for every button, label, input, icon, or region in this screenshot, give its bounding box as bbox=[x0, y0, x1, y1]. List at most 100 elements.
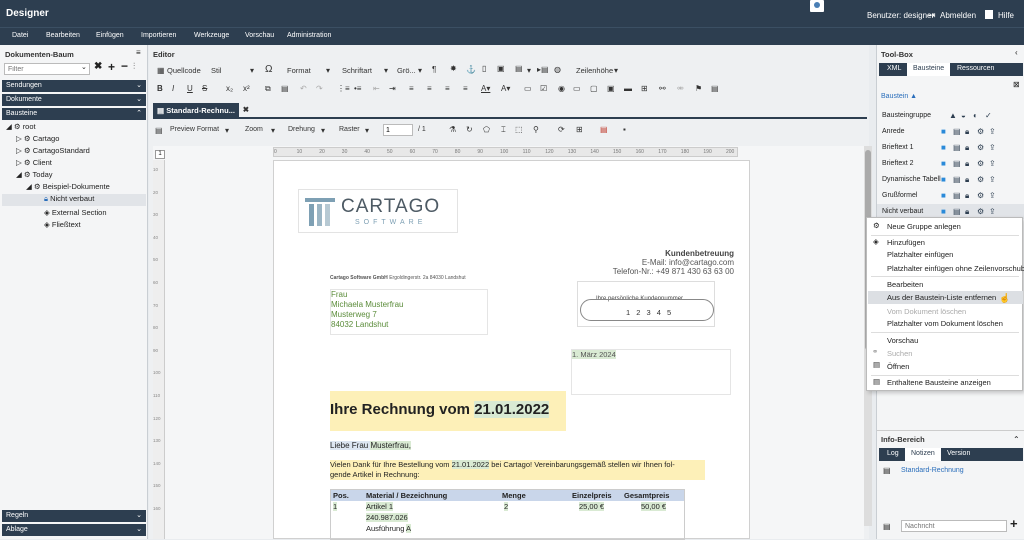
lock-icon[interactable]: ◐ bbox=[973, 111, 978, 120]
type-icon[interactable]: ▲ bbox=[949, 111, 957, 120]
groesse-dropdown[interactable]: Grö... bbox=[397, 66, 416, 75]
dropdown-icon[interactable]: ⌄ bbox=[81, 63, 87, 71]
upload-icon[interactable]: ⇪ bbox=[989, 127, 996, 136]
message-input[interactable] bbox=[901, 520, 1007, 532]
tab-log[interactable]: Log bbox=[887, 450, 899, 457]
magnifier-icon[interactable]: ⚲ bbox=[533, 125, 539, 134]
doc-icon[interactable]: ▤ bbox=[953, 159, 961, 168]
clear-icon[interactable]: ✖ bbox=[94, 61, 102, 72]
paste-icon[interactable]: ▤ bbox=[281, 84, 289, 93]
dropdown-arrow-icon[interactable]: ▾ bbox=[326, 66, 330, 75]
baustein-row[interactable]: Brieftext 1 ■ ▤ 🔒︎ ⚙ ⇪ bbox=[877, 140, 1024, 155]
menu-platzhalter-ohne[interactable]: Platzhalter einfügen ohne Zeilenvorschub bbox=[887, 264, 1024, 273]
quellcode-button[interactable]: Quellcode bbox=[167, 66, 201, 75]
doc-icon[interactable]: ◒ bbox=[961, 111, 966, 120]
crop-icon[interactable]: ⬠ bbox=[483, 125, 490, 134]
type-icon[interactable]: ■ bbox=[941, 175, 946, 184]
remove-icon[interactable]: − bbox=[121, 59, 128, 73]
pdf-icon[interactable]: ▤ bbox=[600, 125, 608, 134]
copy-icon[interactable]: ⧉ bbox=[265, 84, 271, 94]
format-dropdown[interactable]: Format bbox=[287, 66, 311, 75]
doc-icon[interactable]: ▤ bbox=[953, 175, 961, 184]
align-right-icon[interactable]: ≡ bbox=[445, 84, 450, 93]
menu-werkzeuge[interactable]: Werkzeuge bbox=[194, 32, 229, 39]
redo-icon[interactable]: ↷ bbox=[316, 84, 323, 93]
collapse-icon[interactable]: ‹ bbox=[1015, 48, 1018, 57]
frame2-icon[interactable]: ▣ bbox=[607, 84, 615, 93]
tree-node-external[interactable]: ◈ External Section bbox=[44, 208, 107, 217]
menu-datei[interactable]: Datei bbox=[12, 32, 28, 39]
close-square-icon[interactable]: ⊠ bbox=[1013, 80, 1020, 89]
tree-node-today[interactable]: ◢ ⚙ Today bbox=[16, 170, 53, 179]
type-icon[interactable]: ■ bbox=[941, 159, 946, 168]
paragraph-icon[interactable]: ¶ bbox=[432, 65, 436, 74]
chevron-up-icon[interactable]: ⌃ bbox=[1013, 435, 1020, 444]
menu-neue-gruppe[interactable]: Neue Gruppe anlegen bbox=[887, 222, 961, 231]
upload-icon[interactable]: ⇪ bbox=[989, 207, 996, 216]
menu-vorschau[interactable]: Vorschau bbox=[245, 32, 274, 39]
menu-einfuegen[interactable]: Einfügen bbox=[96, 32, 124, 39]
gear-icon[interactable]: ⚙ bbox=[977, 191, 984, 200]
baustein-row[interactable]: Dynamische Tabell ■ ▤ 🔒︎ ⚙ ⇪ bbox=[877, 172, 1024, 187]
omega-icon[interactable]: Ω bbox=[265, 64, 272, 75]
underline-icon[interactable]: U bbox=[187, 84, 193, 93]
tab-notizen[interactable]: Notizen bbox=[905, 448, 941, 461]
lock-icon[interactable]: 🔒︎ bbox=[965, 127, 969, 137]
dropdown-arrow-icon[interactable]: ▾ bbox=[321, 126, 325, 135]
menu-bearbeiten[interactable]: Bearbeiten bbox=[46, 32, 80, 39]
gear-icon[interactable]: ⚙ bbox=[977, 159, 984, 168]
gear-icon[interactable]: ⚙ bbox=[977, 207, 984, 216]
note-link[interactable]: Standard-Rechnung bbox=[901, 467, 964, 474]
page-number-input[interactable] bbox=[383, 124, 413, 136]
unlink-icon[interactable]: ⚮ bbox=[677, 84, 684, 93]
button-icon[interactable]: ▬ bbox=[624, 84, 632, 93]
text-color-icon[interactable]: A▾ bbox=[481, 84, 490, 93]
undo-icon[interactable]: ↶ bbox=[300, 84, 307, 93]
section-dokumente[interactable]: Dokumente ⌄ bbox=[2, 94, 146, 106]
page-icon[interactable]: ▯ bbox=[482, 64, 486, 73]
dropdown-arrow-icon[interactable]: ▾ bbox=[271, 126, 275, 135]
doc-icon[interactable]: ▤ bbox=[953, 191, 961, 200]
cursor-icon[interactable]: ⌶ bbox=[501, 125, 506, 135]
baustein-row[interactable]: Brieftext 2 ■ ▤ 🔒︎ ⚙ ⇪ bbox=[877, 156, 1024, 171]
notification-icon[interactable] bbox=[810, 0, 824, 12]
palette-icon[interactable]: ◍ bbox=[554, 65, 561, 74]
menu-vorschau[interactable]: Vorschau bbox=[887, 336, 918, 345]
type-icon[interactable]: ■ bbox=[941, 143, 946, 152]
menu-hinzufuegen[interactable]: Hinzufügen bbox=[887, 238, 925, 247]
align-left-icon[interactable]: ≡ bbox=[409, 84, 414, 93]
sun-icon[interactable]: ✸ bbox=[450, 64, 457, 73]
pipette-icon[interactable]: ⚗ bbox=[449, 125, 456, 134]
select-icon[interactable]: ⬚ bbox=[515, 125, 523, 134]
collapse-icon[interactable]: ≡ bbox=[136, 48, 141, 57]
lock-icon[interactable]: 🔒︎ bbox=[965, 159, 969, 169]
schriftart-dropdown[interactable]: Schriftart bbox=[342, 66, 372, 75]
help-link[interactable]: Hilfe bbox=[998, 11, 1014, 20]
close-icon[interactable]: ✖ bbox=[243, 105, 249, 114]
lock-icon[interactable]: 🔒︎ bbox=[965, 207, 969, 217]
add-icon[interactable]: + bbox=[1010, 516, 1018, 531]
logout-link[interactable]: Abmelden bbox=[940, 11, 976, 20]
outdent-icon[interactable]: ⇤ bbox=[373, 84, 380, 93]
tree-icon[interactable]: ⫶ bbox=[133, 61, 135, 72]
tab-standard-rechnung[interactable]: ▤ Standard-Rechnu... ✖ bbox=[153, 103, 249, 117]
column-header[interactable]: Baustein ▲ bbox=[881, 93, 917, 100]
subscript-icon[interactable]: x₂ bbox=[226, 84, 233, 93]
anchor-icon[interactable]: ⚓ bbox=[466, 65, 476, 74]
tree-node-nicht-verbaut[interactable]: 🔒︎ Nicht verbaut bbox=[2, 194, 146, 206]
section-bausteine[interactable]: Bausteine ⌃ bbox=[2, 108, 146, 120]
menu-importieren[interactable]: Importieren bbox=[141, 32, 176, 39]
link-icon[interactable]: ⚯ bbox=[659, 84, 666, 93]
superscript-icon[interactable]: x² bbox=[243, 84, 250, 93]
upload-icon[interactable]: ⇪ bbox=[989, 191, 996, 200]
insert-icon[interactable]: ▸▤ bbox=[537, 65, 549, 74]
tree-node-beispiel[interactable]: ◢ ⚙ Beispiel-Dokumente bbox=[26, 182, 110, 191]
bg-color-icon[interactable]: A▾ bbox=[501, 84, 510, 93]
tab-bausteine[interactable]: Bausteine bbox=[907, 63, 951, 76]
form-icon[interactable]: ▤ bbox=[711, 84, 719, 93]
doc-icon[interactable]: ▤ bbox=[953, 127, 961, 136]
gear-icon[interactable]: ⚙ bbox=[977, 127, 984, 136]
gear-icon[interactable]: ✓ bbox=[985, 111, 992, 120]
menu-platzhalter-loeschen[interactable]: Platzhalter vom Dokument löschen bbox=[887, 319, 1003, 328]
justify-icon[interactable]: ≡ bbox=[463, 84, 468, 93]
